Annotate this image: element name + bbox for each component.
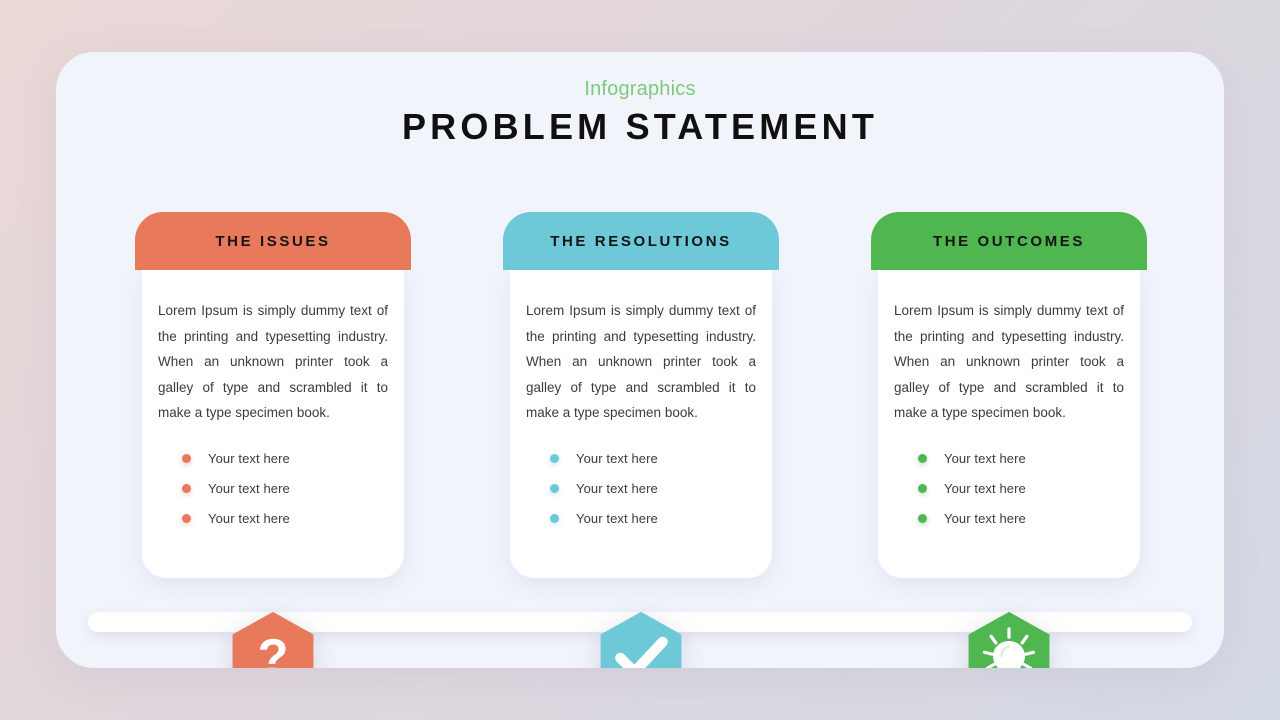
bullet-label: Your text here [208,481,290,496]
bullet-dot-icon [182,514,191,523]
list-item: Your text here [918,504,1126,534]
bullet-dot-icon [550,484,559,493]
list-item: Your text here [550,474,758,504]
bullet-dot-icon [918,484,927,493]
bullet-label: Your text here [944,481,1026,496]
bullet-label: Your text here [208,451,290,466]
slide-eyebrow: Infographics [584,78,696,100]
card-header-label: THE RESOLUTIONS [550,232,732,250]
card-header-label: THE ISSUES [215,232,331,250]
bullet-label: Your text here [944,451,1026,466]
card-paragraph: Lorem Ipsum is simply dummy text of the … [526,303,756,420]
list-item: Your text here [550,444,758,474]
bullet-label: Your text here [944,511,1026,526]
list-item: Your text here [182,474,390,504]
card-body-resolutions: Lorem Ipsum is simply dummy text of the … [510,270,772,578]
bullet-dot-icon [182,484,191,493]
info-column-issues: THE ISSUES Lorem Ipsum is simply dummy t… [135,212,411,668]
page-title: PROBLEM STATEMENT [401,106,879,147]
card-header-resolutions: THE RESOLUTIONS [503,212,779,270]
card-paragraph: Lorem Ipsum is simply dummy text of the … [158,303,388,420]
card-header-outcomes: THE OUTCOMES [871,212,1147,270]
bullet-list-issues: Your text here Your text here Your text … [156,444,390,534]
list-item: Your text here [182,504,390,534]
bullet-label: Your text here [576,451,658,466]
light-bulb-icon [962,610,1056,668]
bullet-label: Your text here [208,511,290,526]
bullet-label: Your text here [576,481,658,496]
bullet-list-outcomes: Your text here Your text here Your text … [892,444,1126,534]
svg-text:?: ? [257,629,288,669]
card-body-issues: Lorem Ipsum is simply dummy text of the … [142,270,404,578]
bullet-dot-icon [550,454,559,463]
list-item: Your text here [918,474,1126,504]
info-column-outcomes: THE OUTCOMES Lorem Ipsum is simply dummy… [871,212,1147,668]
slide-canvas: Infographics PROBLEM STATEMENT THE ISSUE… [56,52,1224,668]
check-mark-icon [594,610,688,668]
list-item: Your text here [182,444,390,474]
question-mark-icon: ? [226,610,320,668]
bullet-dot-icon [182,454,191,463]
card-header-issues: THE ISSUES [135,212,411,270]
card-paragraph: Lorem Ipsum is simply dummy text of the … [894,303,1124,420]
card-header-label: THE OUTCOMES [932,232,1086,250]
list-item: Your text here [918,444,1126,474]
bullet-dot-icon [550,514,559,523]
bullet-dot-icon [918,454,927,463]
bullet-label: Your text here [576,511,658,526]
bullet-list-resolutions: Your text here Your text here Your text … [524,444,758,534]
bullet-dot-icon [918,514,927,523]
list-item: Your text here [550,504,758,534]
info-column-resolutions: THE RESOLUTIONS Lorem Ipsum is simply du… [503,212,779,668]
card-body-outcomes: Lorem Ipsum is simply dummy text of the … [878,270,1140,578]
